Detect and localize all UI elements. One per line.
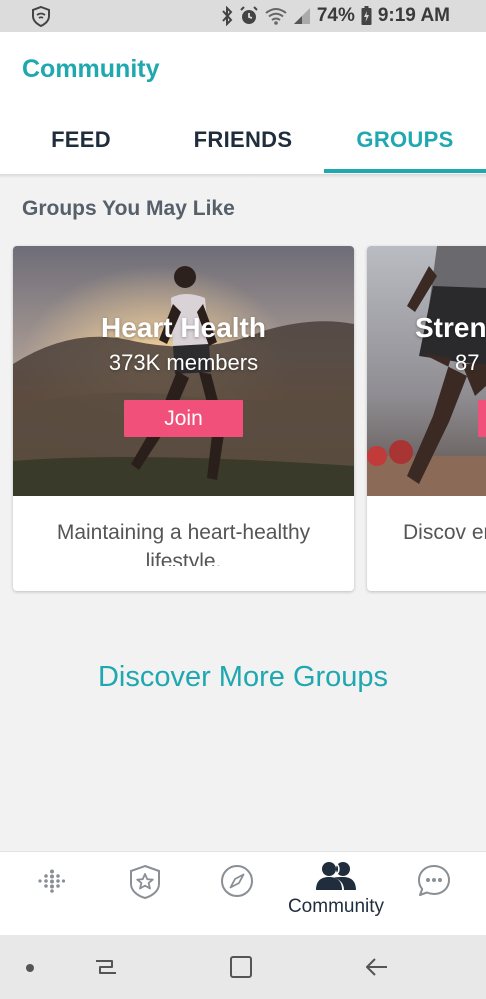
group-card[interactable]: Heart Health 373K members Join Maintaini…	[13, 246, 354, 591]
group-description: Discov endurar	[403, 521, 486, 544]
battery-percent: 74%	[316, 5, 355, 26]
discover-more-groups-link[interactable]: Discover More Groups	[0, 661, 486, 694]
badge-star-icon	[130, 864, 160, 900]
shield-icon	[30, 5, 54, 27]
home-icon[interactable]	[227, 953, 255, 981]
chat-bubble-icon	[418, 865, 450, 896]
page-title: Community	[22, 55, 160, 83]
status-bar: 74% 9:19 AM	[0, 0, 486, 32]
join-button[interactable]: Join	[124, 400, 243, 437]
tab-groups[interactable]: GROUPS	[324, 120, 486, 174]
section-title: Groups You May Like	[22, 197, 235, 220]
recent-apps-icon[interactable]	[92, 952, 120, 982]
dot-icon[interactable]	[24, 962, 36, 974]
tab-bar: FEED FRIENDS GROUPS	[0, 120, 486, 174]
group-description: Maintaining a heart-healthy lifestyle.	[56, 521, 311, 566]
group-name: Stren	[415, 312, 486, 343]
signal-icon	[293, 7, 311, 25]
group-card[interactable]: Stren 87 Discov endurar	[367, 246, 486, 591]
tab-friends[interactable]: FRIENDS	[162, 120, 324, 174]
active-tab-indicator	[324, 169, 486, 173]
nav-item-challenges[interactable]	[104, 852, 188, 936]
community-people-icon	[316, 862, 356, 890]
alarm-icon	[239, 6, 259, 26]
back-icon[interactable]	[362, 952, 392, 982]
nav-item-community[interactable]: Community	[276, 852, 396, 936]
clock-time: 9:19 AM	[377, 5, 450, 26]
nav-item-today[interactable]	[0, 852, 104, 936]
compass-icon	[221, 865, 253, 897]
system-navigation-bar	[0, 935, 486, 999]
bluetooth-icon	[221, 6, 233, 26]
group-member-count: 373K members	[108, 350, 259, 375]
join-button[interactable]	[478, 400, 486, 437]
group-member-count: 87	[455, 350, 480, 375]
battery-icon	[361, 6, 372, 26]
app-screen: 74% 9:19 AM Community FEED FRIENDS GROUP…	[0, 0, 486, 999]
group-name: Heart Health	[101, 312, 266, 343]
tab-feed[interactable]: FEED	[0, 120, 162, 174]
header-shadow	[0, 174, 486, 178]
wifi-icon	[265, 7, 287, 25]
fitbit-dots-icon	[38, 869, 66, 893]
app-header: Community FEED FRIENDS GROUPS	[0, 32, 486, 174]
bottom-navigation: Community	[0, 851, 486, 935]
nav-item-messages[interactable]	[396, 852, 486, 936]
nav-item-discover[interactable]	[188, 852, 288, 936]
nav-item-label: Community	[287, 896, 385, 917]
